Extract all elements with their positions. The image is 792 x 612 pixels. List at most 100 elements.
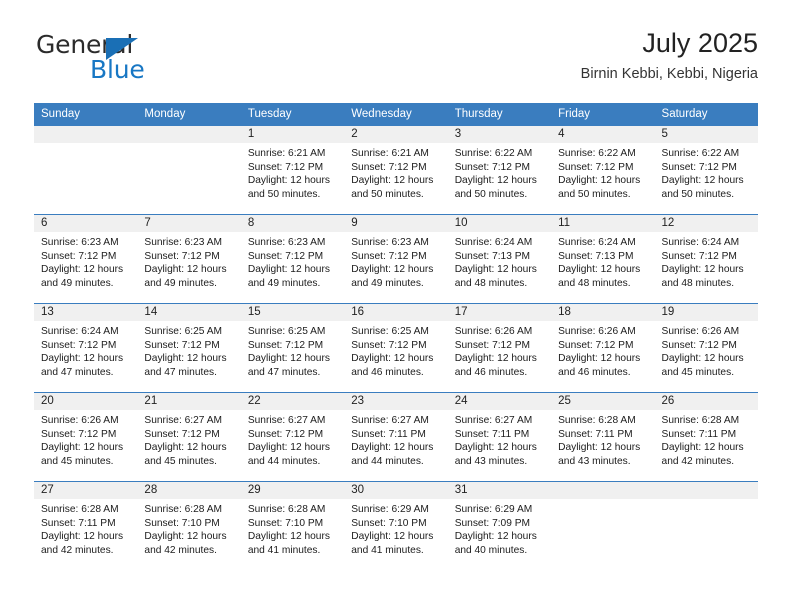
calendar-day-cell[interactable]: 13 Sunrise: 6:24 AM Sunset: 7:12 PM Dayligh…: [34, 303, 138, 393]
day-details: Sunrise: 6:24 AM Sunset: 7:13 PM Daylight:…: [551, 232, 654, 290]
calendar-day-cell[interactable]: 4 Sunrise: 6:22 AM Sunset: 7:12 PM Daylight…: [551, 125, 655, 215]
day-detail-sunrise: Sunrise: 6:27 AM: [247, 415, 326, 426]
day-detail-daylight-line1: Daylight: 12 hours: [247, 264, 330, 276]
calendar-day-cell[interactable]: 2 Sunrise: 6:21 AM Sunset: 7:12 PM Daylight…: [344, 125, 448, 215]
calendar-day-cell[interactable]: 15 Sunrise: 6:25 AM Sunset: 7:12 PM Dayligh…: [240, 303, 345, 393]
generalblue-logo[interactable]: General Blue: [36, 32, 196, 84]
day-detail-sunset: Sunset: 7:11 PM: [41, 517, 116, 529]
day-detail-sunrise: Sunrise: 6:28 AM: [247, 504, 326, 515]
day-number: 17: [447, 304, 552, 321]
weekday-header-sunday: Sunday: [34, 103, 138, 126]
calendar-day-cell[interactable]: 19 Sunrise: 6:26 AM Sunset: 7:12 PM Dayligh…: [654, 303, 758, 393]
calendar-day-cell[interactable]: 10 Sunrise: 6:24 AM Sunset: 7:13 PM Dayligh…: [447, 214, 552, 304]
day-detail-daylight-line1: Daylight: 12 hours: [558, 353, 641, 365]
calendar-day-cell[interactable]: 17 Sunrise: 6:26 AM Sunset: 7:12 PM Dayligh…: [447, 303, 552, 393]
calendar-day-cell[interactable]: 18 Sunrise: 6:26 AM Sunset: 7:12 PM Dayligh…: [551, 303, 655, 393]
calendar-day-cell[interactable]: 24 Sunrise: 6:27 AM Sunset: 7:11 PM Dayligh…: [447, 392, 552, 482]
day-detail-daylight-line2: and 49 minutes.: [351, 277, 424, 289]
day-details: Sunrise: 6:27 AM Sunset: 7:11 PM Daylight:…: [344, 410, 447, 468]
calendar-day-cell[interactable]: 27 Sunrise: 6:28 AM Sunset: 7:11 PM Dayligh…: [34, 481, 138, 571]
day-detail-sunset: Sunset: 7:12 PM: [41, 250, 117, 262]
calendar-day-cell[interactable]: 16 Sunrise: 6:25 AM Sunset: 7:12 PM Dayligh…: [344, 303, 448, 393]
calendar-day-cell[interactable]: 25 Sunrise: 6:28 AM Sunset: 7:11 PM Dayligh…: [551, 392, 655, 482]
day-details: Sunrise: 6:27 AM Sunset: 7:12 PM Daylight:…: [137, 410, 240, 468]
day-detail-daylight-line1: Daylight: 12 hours: [144, 264, 227, 276]
calendar-day-cell[interactable]: 8 Sunrise: 6:23 AM Sunset: 7:12 PM Daylight…: [240, 214, 345, 304]
calendar-day-cell[interactable]: 7 Sunrise: 6:23 AM Sunset: 7:12 PM Daylight…: [137, 214, 241, 304]
day-number: 22: [240, 393, 345, 410]
day-number: 31: [447, 482, 552, 499]
calendar-day-cell[interactable]: 11 Sunrise: 6:24 AM Sunset: 7:13 PM Dayligh…: [551, 214, 655, 304]
day-detail-daylight-line2: and 50 minutes.: [558, 188, 631, 200]
day-detail-sunset: Sunset: 7:12 PM: [41, 428, 117, 440]
day-detail-daylight-line2: and 47 minutes.: [41, 366, 114, 378]
day-detail-daylight-line1: Daylight: 12 hours: [351, 264, 434, 276]
day-detail-daylight-line2: and 49 minutes.: [144, 277, 217, 289]
calendar-day-cell[interactable]: 21 Sunrise: 6:27 AM Sunset: 7:12 PM Dayligh…: [137, 392, 241, 482]
day-detail-sunset: Sunset: 7:12 PM: [247, 428, 324, 440]
day-details: Sunrise: 6:21 AM Sunset: 7:12 PM Daylight:…: [344, 143, 447, 201]
calendar-day-cell[interactable]: 5 Sunrise: 6:22 AM Sunset: 7:12 PM Daylight…: [654, 125, 758, 215]
day-detail-daylight-line1: Daylight: 12 hours: [351, 175, 434, 187]
calendar-week-row: 20 Sunrise: 6:26 AM Sunset: 7:12 PM Dayligh…: [34, 392, 758, 482]
day-detail-daylight-line1: Daylight: 12 hours: [247, 353, 330, 365]
day-detail-daylight-line1: Daylight: 12 hours: [247, 175, 330, 187]
calendar-day-cell[interactable]: 28 Sunrise: 6:28 AM Sunset: 7:10 PM Dayligh…: [137, 481, 241, 571]
day-detail-sunrise: Sunrise: 6:21 AM: [351, 148, 429, 159]
calendar-day-cell[interactable]: 12 Sunrise: 6:24 AM Sunset: 7:12 PM Dayligh…: [654, 214, 758, 304]
day-detail-sunset: Sunset: 7:12 PM: [454, 161, 531, 173]
day-number: 23: [344, 393, 448, 410]
day-detail-daylight-line2: and 41 minutes.: [351, 544, 424, 556]
day-detail-sunset: Sunset: 7:12 PM: [661, 339, 737, 351]
day-details: Sunrise: 6:21 AM Sunset: 7:12 PM Daylight:…: [241, 143, 344, 201]
day-details: Sunrise: 6:28 AM Sunset: 7:11 PM Daylight:…: [655, 410, 758, 468]
day-number: 4: [551, 126, 655, 143]
day-detail-daylight-line1: Daylight: 12 hours: [661, 264, 744, 276]
day-detail-sunset: Sunset: 7:09 PM: [454, 517, 531, 529]
calendar-day-cell[interactable]: 1 Sunrise: 6:21 AM Sunset: 7:12 PM Daylight…: [240, 125, 345, 215]
day-number: 21: [137, 393, 241, 410]
day-detail-sunset: Sunset: 7:12 PM: [247, 161, 324, 173]
calendar-day-cell[interactable]: 3 Sunrise: 6:22 AM Sunset: 7:12 PM Daylight…: [447, 125, 552, 215]
day-details: Sunrise: 6:28 AM Sunset: 7:10 PM Daylight:…: [241, 499, 344, 557]
day-details: Sunrise: 6:29 AM Sunset: 7:09 PM Daylight:…: [448, 499, 551, 557]
calendar-day-cell[interactable]: 26 Sunrise: 6:28 AM Sunset: 7:11 PM Dayligh…: [654, 392, 758, 482]
calendar-day-cell[interactable]: 31 Sunrise: 6:29 AM Sunset: 7:09 PM Dayligh…: [447, 481, 552, 571]
day-number: 1: [240, 126, 345, 143]
day-detail-sunset: Sunset: 7:12 PM: [144, 428, 220, 440]
day-detail-sunset: Sunset: 7:12 PM: [558, 161, 634, 173]
day-number: 8: [240, 215, 345, 232]
day-detail-daylight-line1: Daylight: 12 hours: [558, 264, 641, 276]
day-number: 12: [654, 215, 758, 232]
calendar-day-cell[interactable]: 22 Sunrise: 6:27 AM Sunset: 7:12 PM Dayligh…: [240, 392, 345, 482]
day-number: 11: [551, 215, 655, 232]
calendar-day-cell[interactable]: 9 Sunrise: 6:23 AM Sunset: 7:12 PM Daylight…: [344, 214, 448, 304]
day-detail-daylight-line2: and 46 minutes.: [454, 366, 528, 378]
day-details: Sunrise: 6:26 AM Sunset: 7:12 PM Daylight:…: [34, 410, 137, 468]
calendar-day-cell[interactable]: 29 Sunrise: 6:28 AM Sunset: 7:10 PM Dayligh…: [240, 481, 345, 571]
day-detail-sunrise: Sunrise: 6:27 AM: [454, 415, 533, 426]
calendar-day-cell-empty: [654, 481, 758, 571]
day-number: 6: [34, 215, 138, 232]
weekday-header-friday: Friday: [551, 103, 655, 126]
day-detail-daylight-line1: Daylight: 12 hours: [247, 531, 330, 543]
day-number: 2: [344, 126, 448, 143]
calendar-day-cell[interactable]: 30 Sunrise: 6:29 AM Sunset: 7:10 PM Dayligh…: [344, 481, 448, 571]
day-detail-sunrise: Sunrise: 6:29 AM: [454, 504, 533, 515]
day-number: 7: [137, 215, 241, 232]
calendar-day-cell[interactable]: 6 Sunrise: 6:23 AM Sunset: 7:12 PM Daylight…: [34, 214, 138, 304]
calendar-day-cell[interactable]: 14 Sunrise: 6:25 AM Sunset: 7:12 PM Dayligh…: [137, 303, 241, 393]
calendar-week-row: 27 Sunrise: 6:28 AM Sunset: 7:11 PM Dayligh…: [34, 481, 758, 571]
day-detail-daylight-line1: Daylight: 12 hours: [144, 353, 227, 365]
day-detail-daylight-line2: and 49 minutes.: [41, 277, 114, 289]
day-detail-sunset: Sunset: 7:13 PM: [454, 250, 531, 262]
day-detail-sunrise: Sunrise: 6:22 AM: [454, 148, 533, 159]
calendar-day-cell[interactable]: 20 Sunrise: 6:26 AM Sunset: 7:12 PM Dayligh…: [34, 392, 138, 482]
day-detail-sunrise: Sunrise: 6:23 AM: [351, 237, 429, 248]
day-detail-daylight-line1: Daylight: 12 hours: [41, 442, 124, 454]
day-detail-sunrise: Sunrise: 6:24 AM: [454, 237, 533, 248]
calendar-day-cell[interactable]: 23 Sunrise: 6:27 AM Sunset: 7:11 PM Dayligh…: [344, 392, 448, 482]
day-detail-sunset: Sunset: 7:11 PM: [661, 428, 737, 440]
day-detail-daylight-line1: Daylight: 12 hours: [558, 175, 641, 187]
day-details: Sunrise: 6:23 AM Sunset: 7:12 PM Daylight:…: [137, 232, 240, 290]
